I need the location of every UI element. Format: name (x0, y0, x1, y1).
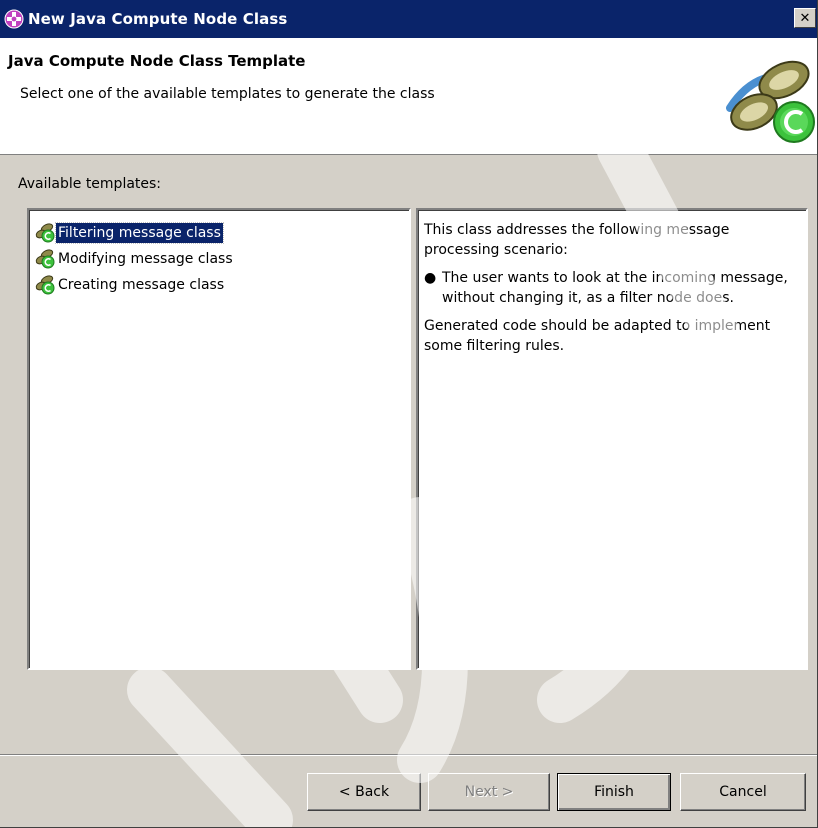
close-button[interactable]: ✕ (794, 8, 816, 28)
title-bar[interactable]: New Java Compute Node Class ✕ (0, 0, 817, 38)
list-item-label: Filtering message class (55, 222, 224, 244)
description-intro: This class addresses the following messa… (424, 222, 730, 258)
description-bullet-item: ● The user wants to look at the incoming… (424, 268, 800, 308)
next-button-label: Next > (464, 784, 514, 800)
footer-separator-highlight (0, 755, 817, 756)
page-description: Select one of the available templates to… (20, 86, 435, 102)
java-compute-class-icon (35, 275, 55, 295)
list-item-label: Modifying message class (58, 251, 233, 267)
wizard-app-icon (4, 9, 24, 29)
template-description-pane: This class addresses the following messa… (416, 208, 808, 670)
window-title: New Java Compute Node Class (28, 10, 288, 28)
wizard-dialog: New Java Compute Node Class ✕ Java Compu… (0, 0, 818, 828)
template-list[interactable]: Filtering message class Modifying messag… (27, 208, 411, 670)
java-compute-class-icon (35, 223, 55, 243)
list-item-label: Creating message class (58, 277, 225, 293)
java-compute-node-wizard-icon (726, 60, 815, 143)
close-icon: ✕ (799, 10, 811, 26)
finish-button[interactable]: Finish (557, 773, 671, 811)
page-title: Java Compute Node Class Template (8, 52, 306, 70)
wizard-banner: Java Compute Node Class Template Select … (0, 38, 817, 155)
description-outro: Generated code should be adapted to impl… (424, 318, 771, 354)
finish-button-label: Finish (594, 784, 634, 800)
description-bullet-text: The user wants to look at the incoming m… (442, 270, 788, 306)
list-item-modifying-message-class[interactable]: Modifying message class (35, 246, 409, 272)
list-item-creating-message-class[interactable]: Creating message class (35, 272, 409, 298)
next-button[interactable]: Next > (428, 773, 550, 811)
java-compute-class-icon (35, 249, 55, 269)
cancel-button-label: Cancel (719, 784, 767, 800)
list-item-filtering-message-class[interactable]: Filtering message class (35, 220, 409, 246)
bullet-icon: ● (424, 270, 437, 286)
back-button-label: < Back (338, 784, 390, 800)
cancel-button[interactable]: Cancel (680, 773, 806, 811)
available-templates-label: Available templates: (18, 176, 162, 192)
back-button[interactable]: < Back (307, 773, 421, 811)
